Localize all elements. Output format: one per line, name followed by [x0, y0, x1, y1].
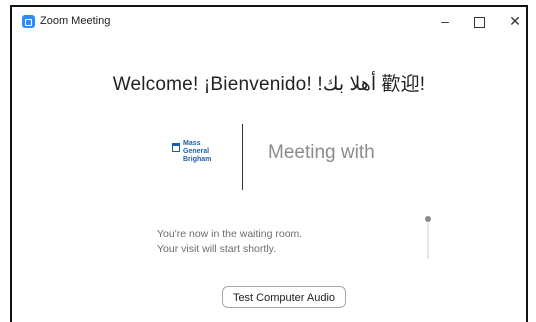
- scrollbar[interactable]: [425, 215, 431, 261]
- window-title: Zoom Meeting: [40, 15, 111, 27]
- maximize-button[interactable]: [468, 11, 490, 31]
- close-button[interactable]: ✕: [504, 11, 526, 31]
- waiting-line-2: Your visit will start shortly.: [157, 243, 277, 255]
- waiting-line-1: You're now in the waiting room.: [157, 228, 303, 240]
- scrollbar-thumb[interactable]: [425, 216, 431, 222]
- vertical-divider: [242, 124, 243, 190]
- logo-line-2: General: [183, 148, 210, 155]
- title-bar: Zoom Meeting – ✕: [12, 7, 526, 35]
- zoom-window: Zoom Meeting – ✕ Welcome! ¡Bienvenido! !…: [10, 5, 528, 322]
- logo-text: Mass General Brigham: [183, 140, 211, 164]
- scrollbar-track: [427, 223, 429, 259]
- test-computer-audio-button[interactable]: Test Computer Audio: [222, 286, 346, 308]
- zoom-app-icon: [22, 15, 35, 28]
- minimize-button[interactable]: –: [434, 11, 456, 31]
- welcome-heading: Welcome! ¡Bienvenido! !أهلا بك 歡迎!: [112, 74, 426, 95]
- waiting-room-message: You're now in the waiting room. Your vis…: [157, 227, 302, 257]
- hospital-logo: Mass General Brigham: [172, 139, 222, 173]
- meeting-with-label: Meeting with: [268, 142, 375, 163]
- logo-line-1: Mass: [183, 140, 201, 147]
- maximize-icon: [473, 16, 485, 28]
- logo-line-3: Brigham: [183, 156, 212, 163]
- building-icon: [172, 143, 180, 152]
